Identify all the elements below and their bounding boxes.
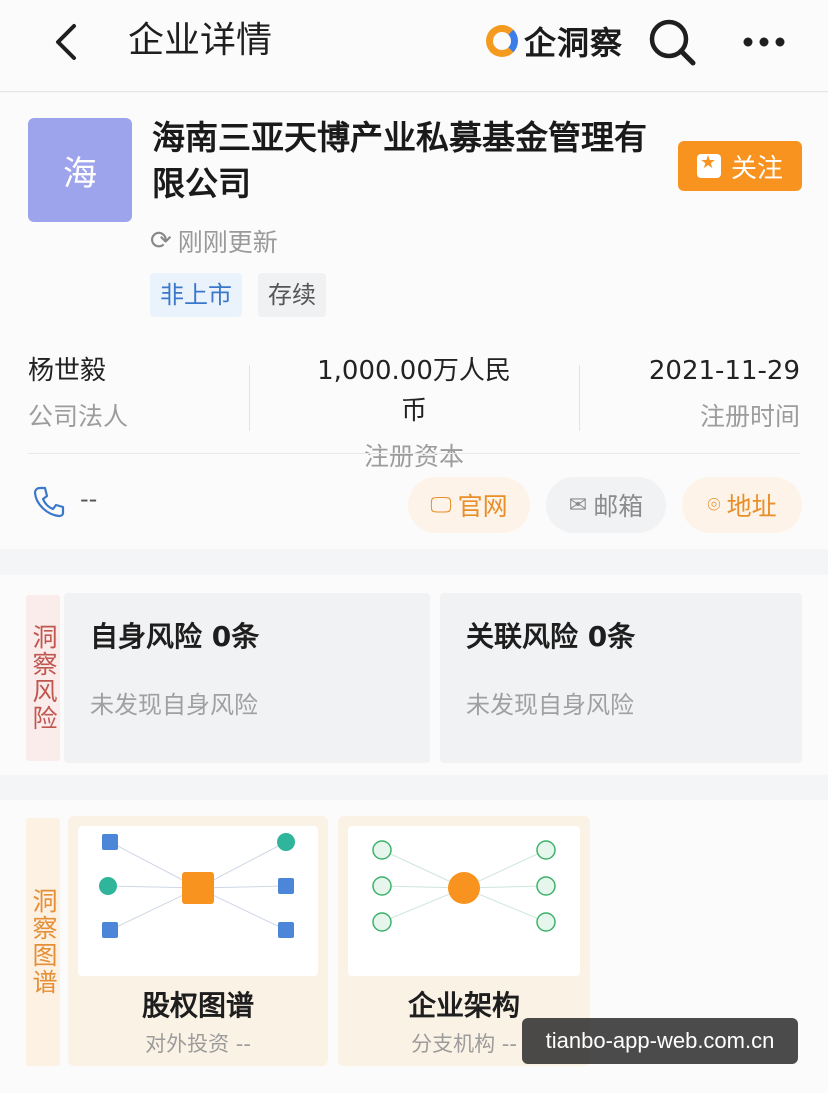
equity-graph-card[interactable]: 股权图谱 对外投资 -- bbox=[68, 816, 328, 1066]
stat-registered-capital: 1,000.00万人民币 注册资本 bbox=[310, 351, 518, 477]
related-risk-card[interactable]: 关联风险 0条 未发现自身风险 bbox=[440, 593, 802, 763]
back-arrow-icon[interactable] bbox=[44, 18, 92, 66]
stat-label: 注册时间 bbox=[699, 402, 800, 431]
address-button[interactable]: ⌾ 地址 bbox=[682, 477, 802, 533]
graph-side-label: 洞察图谱 bbox=[26, 818, 60, 1066]
brand-name: 企洞察 bbox=[524, 24, 624, 62]
update-status[interactable]: ⟳ 刚刚更新 bbox=[150, 223, 278, 259]
phone-value: -- bbox=[80, 485, 98, 513]
email-button[interactable]: ✉ 邮箱 bbox=[546, 477, 666, 533]
top-bar: 企业详情 企洞察 bbox=[0, 0, 828, 92]
website-label: 官网 bbox=[457, 492, 508, 521]
update-text: 刚刚更新 bbox=[177, 228, 278, 257]
equity-graph-subtitle: 对外投资 -- bbox=[145, 1032, 251, 1056]
related-risk-title: 关联风险 0条 bbox=[466, 620, 636, 653]
tag-listing-status: 非上市 bbox=[150, 273, 242, 317]
stat-label: 注册资本 bbox=[363, 442, 464, 471]
company-name: 海南三亚天博产业私募基金管理有限公司 bbox=[152, 118, 647, 203]
company-tags: 非上市 存续 bbox=[150, 273, 326, 317]
side-label-text: 洞察风险 bbox=[29, 624, 58, 732]
page-title: 企业详情 bbox=[128, 20, 273, 61]
phone-icon[interactable] bbox=[32, 485, 66, 519]
follow-label: 关注 bbox=[730, 153, 783, 184]
address-label: 地址 bbox=[726, 492, 777, 521]
contact-row: -- 🖵 官网 ✉ 邮箱 ⌾ 地址 bbox=[0, 473, 828, 533]
watermark: tianbo-app-web.com.cn bbox=[522, 1018, 798, 1064]
equity-graph-title: 股权图谱 bbox=[141, 989, 254, 1022]
stat-legal-rep[interactable]: 杨世毅 公司法人 bbox=[28, 351, 128, 437]
tag-operating-status: 存续 bbox=[258, 273, 326, 317]
monitor-icon: 🖵 bbox=[430, 492, 452, 518]
self-risk-title: 自身风险 0条 bbox=[90, 620, 260, 653]
divider bbox=[579, 365, 580, 431]
stat-value: 1,000.00万人民币 bbox=[317, 356, 511, 426]
side-label-text: 洞察图谱 bbox=[29, 888, 58, 996]
divider bbox=[28, 453, 800, 454]
stat-label: 公司法人 bbox=[28, 402, 129, 431]
equity-graph-illustration bbox=[99, 833, 295, 938]
risk-section: 洞察风险 自身风险 0条 未发现自身风险 关联风险 0条 未发现自身风险 bbox=[0, 575, 828, 775]
risk-side-label: 洞察风险 bbox=[26, 595, 60, 761]
search-icon[interactable] bbox=[646, 16, 698, 68]
refresh-icon: ⟳ bbox=[150, 226, 172, 256]
brand-logo: 企洞察 bbox=[486, 18, 623, 64]
mail-icon: ✉ bbox=[568, 492, 588, 518]
website-button[interactable]: 🖵 官网 bbox=[408, 477, 530, 533]
location-pin-icon: ⌾ bbox=[707, 492, 721, 518]
star-icon bbox=[696, 152, 721, 178]
more-options-icon[interactable] bbox=[740, 26, 788, 58]
company-stats: 杨世毅 公司法人 1,000.00万人民币 注册资本 2021-11-29 注册… bbox=[0, 351, 828, 471]
divider bbox=[249, 365, 250, 431]
self-risk-card[interactable]: 自身风险 0条 未发现自身风险 bbox=[64, 593, 430, 763]
equity-graph-thumbnail bbox=[78, 826, 318, 976]
self-risk-subtitle: 未发现自身风险 bbox=[90, 691, 258, 719]
stat-registration-date: 2021-11-29 注册时间 bbox=[649, 351, 800, 437]
related-risk-subtitle: 未发现自身风险 bbox=[466, 691, 634, 719]
company-card: 海 海南三亚天博产业私募基金管理有限公司 关注 ⟳ 刚刚更新 非上市 存续 杨世… bbox=[0, 93, 828, 549]
company-avatar: 海 bbox=[28, 118, 132, 222]
follow-button[interactable]: 关注 bbox=[678, 141, 802, 191]
stat-value: 杨世毅 bbox=[28, 356, 107, 386]
org-structure-thumbnail bbox=[348, 826, 580, 976]
brand-mark-icon bbox=[486, 25, 518, 57]
stat-value: 2021-11-29 bbox=[648, 356, 800, 386]
org-structure-illustration bbox=[372, 840, 556, 932]
email-label: 邮箱 bbox=[593, 492, 644, 521]
